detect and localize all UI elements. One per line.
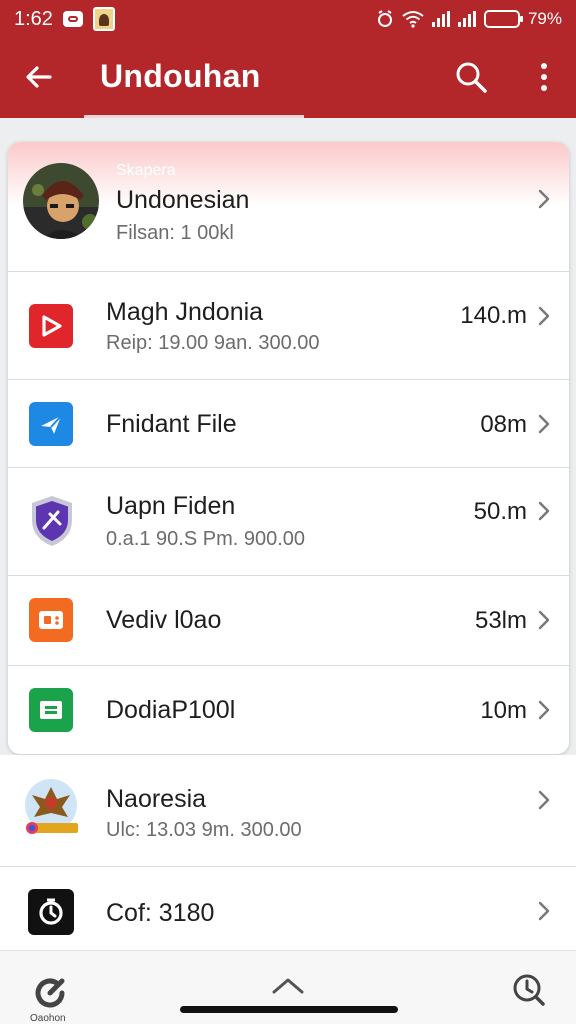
page-title: Undouhan xyxy=(100,58,261,94)
chevron-right-icon xyxy=(538,189,550,209)
item-name: Vediv l0ao xyxy=(106,606,222,634)
item-name: Fnidant File xyxy=(106,410,237,438)
back-arrow-icon[interactable] xyxy=(24,62,54,92)
item-size: 08m xyxy=(480,411,527,438)
signal-icon-2 xyxy=(457,11,476,27)
profile-small-label: Skapera xyxy=(116,162,176,179)
home-indicator[interactable] xyxy=(180,1006,398,1013)
item-name: Cof: 3180 xyxy=(106,899,215,927)
app-bar: Undouhan xyxy=(0,38,576,118)
battery-icon xyxy=(483,10,523,28)
item-subtitle: Ulc: 13.03 9m. 300.00 xyxy=(106,819,302,841)
status-bar: 1:62 79% xyxy=(0,0,576,38)
nav-left-label: Oaohon xyxy=(30,1013,66,1024)
alarm-icon xyxy=(377,10,392,27)
item-name: DodiaP100l xyxy=(106,696,236,724)
notification-avatar-icon xyxy=(92,7,115,31)
item-size: 10m xyxy=(480,697,527,724)
chevron-right-icon xyxy=(538,610,550,630)
signal-icon-1 xyxy=(431,11,450,27)
chevron-right-icon xyxy=(538,700,550,720)
list-item[interactable]: DodiaP100l 10m xyxy=(8,666,569,754)
garuda-icon xyxy=(25,779,78,834)
bottom-navigation: Oaohon xyxy=(0,950,576,1024)
title-underline xyxy=(84,115,304,118)
clock-search-icon[interactable] xyxy=(512,973,546,1007)
list-item[interactable]: Fnidant File 08m xyxy=(8,380,569,468)
list-item[interactable]: Magh Jndonia Reip: 19.00 9an. 300.00 140… xyxy=(8,272,569,380)
chevron-right-icon xyxy=(538,901,550,921)
profile-row[interactable]: Skapera Undonesian Filsan: 1 00kl xyxy=(8,142,569,272)
item-subtitle: 0.a.1 90.S Pm. 900.00 xyxy=(106,528,306,550)
item-name: Magh Jndonia xyxy=(106,298,264,326)
list-item[interactable]: Naoresia Ulc: 13.03 9m. 300.00 xyxy=(0,755,576,867)
list-item[interactable]: Cof: 3180 xyxy=(0,867,576,950)
chevron-right-icon xyxy=(538,306,550,326)
chevron-right-icon xyxy=(538,790,550,810)
wifi-icon xyxy=(402,11,424,28)
timer-icon xyxy=(28,889,74,935)
item-name: Naoresia xyxy=(106,785,207,813)
chevron-up-icon[interactable] xyxy=(270,975,306,997)
shield-icon xyxy=(32,496,72,546)
refresh-icon[interactable] xyxy=(30,973,70,1013)
list-item[interactable]: Uapn Fiden 0.a.1 90.S Pm. 900.00 50.m xyxy=(8,468,569,576)
downloads-card: Skapera Undonesian Filsan: 1 00kl Magh J… xyxy=(8,142,569,754)
item-size: 50.m xyxy=(473,498,527,525)
battery-percentage: 79% xyxy=(527,9,562,28)
send-icon xyxy=(29,402,73,446)
chevron-right-icon xyxy=(538,501,550,521)
item-size: 140.m xyxy=(460,302,527,329)
list-item[interactable]: Vediv l0ao 53lm xyxy=(8,576,569,666)
document-icon xyxy=(29,688,73,732)
status-time: 1:62 xyxy=(14,7,53,30)
notification-icon xyxy=(62,11,83,27)
chevron-right-icon xyxy=(538,414,550,434)
video-icon xyxy=(29,598,73,642)
profile-avatar xyxy=(23,163,99,239)
play-icon xyxy=(29,304,73,348)
profile-name: Undonesian xyxy=(116,186,250,214)
item-subtitle: Reip: 19.00 9an. 300.00 xyxy=(106,332,320,354)
item-size: 53lm xyxy=(474,607,527,634)
item-name: Uapn Fiden xyxy=(106,492,236,520)
search-icon[interactable] xyxy=(454,60,488,94)
profile-subtitle: Filsan: 1 00kl xyxy=(116,222,234,244)
more-vertical-icon[interactable] xyxy=(532,60,556,94)
